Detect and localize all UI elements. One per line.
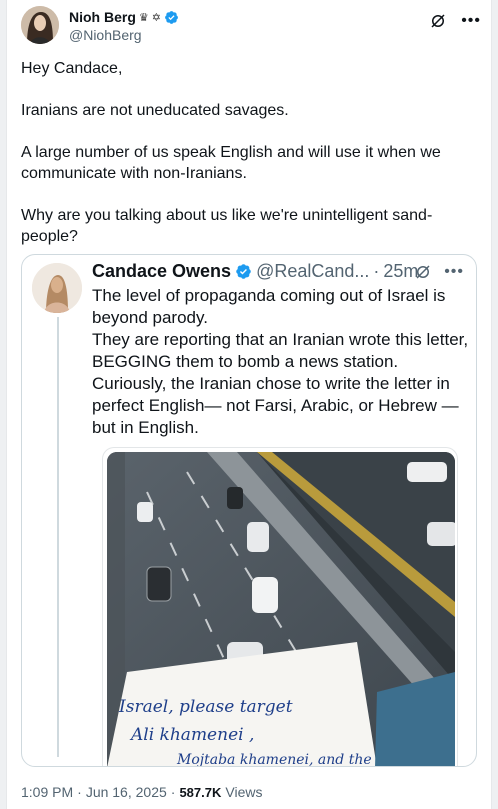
tweet-paragraph: A large number of us speak English and w… [21,144,441,182]
tweet-paragraph: Why are you talking about us like we're … [21,207,433,245]
note-line: Ali khamenei , [129,725,254,745]
quoted-media[interactable]: Israel, please target Ali khamenei , Moj… [102,447,458,767]
thread-line [57,317,59,757]
separator-dot: · [373,261,380,281]
verified-badge-icon [236,264,251,279]
author-emoji: ♛ ✡ [138,11,162,24]
more-icon[interactable]: ••• [461,13,481,29]
more-icon[interactable]: ••• [444,264,464,280]
separator-dot: · [170,784,176,800]
grok-icon[interactable] [414,263,432,281]
quoted-text: The level of propaganda coming out of Is… [92,286,469,437]
tweet-header: Nioh Berg ♛ ✡ @NiohBerg ••• [21,6,481,46]
tweet-date[interactable]: Jun 16, 2025 [86,784,167,800]
quoted-author-name[interactable]: Candace Owens [92,261,231,282]
media-photo: Israel, please target Ali khamenei , Moj… [107,452,455,767]
tweet-paragraph: Hey Candace, [21,60,123,77]
quoted-tweet[interactable]: Candace Owens @RealCand... · 25m ••• The… [21,254,477,767]
views-count[interactable]: 587.7K [179,785,221,800]
quoted-age[interactable]: 25m [383,261,418,282]
note-line: Israel, please target [118,697,293,717]
author-handle[interactable]: @NiohBerg [69,27,142,43]
tweet-card: Nioh Berg ♛ ✡ @NiohBerg ••• Hey Candace,… [6,0,492,809]
note-line: Mojtaba khamenei, and the [176,752,372,767]
tweet-time[interactable]: 1:09 PM [21,784,73,800]
quoted-author-handle[interactable]: @RealCand... [256,261,369,282]
author-avatar[interactable] [21,6,59,44]
verified-badge-icon [165,10,178,24]
views-label: Views [225,784,263,800]
tweet-footer: 1:09 PM · Jun 16, 2025 · 587.7K Views [21,784,262,800]
separator-dot: · [77,784,82,800]
tweet-text: Hey Candace, Iranians are not uneducated… [21,58,471,268]
grok-icon[interactable] [429,12,447,30]
tweet-paragraph: Iranians are not uneducated savages. [21,102,289,119]
author-name[interactable]: Nioh Berg [69,9,136,25]
quoted-author-avatar[interactable] [32,263,82,313]
